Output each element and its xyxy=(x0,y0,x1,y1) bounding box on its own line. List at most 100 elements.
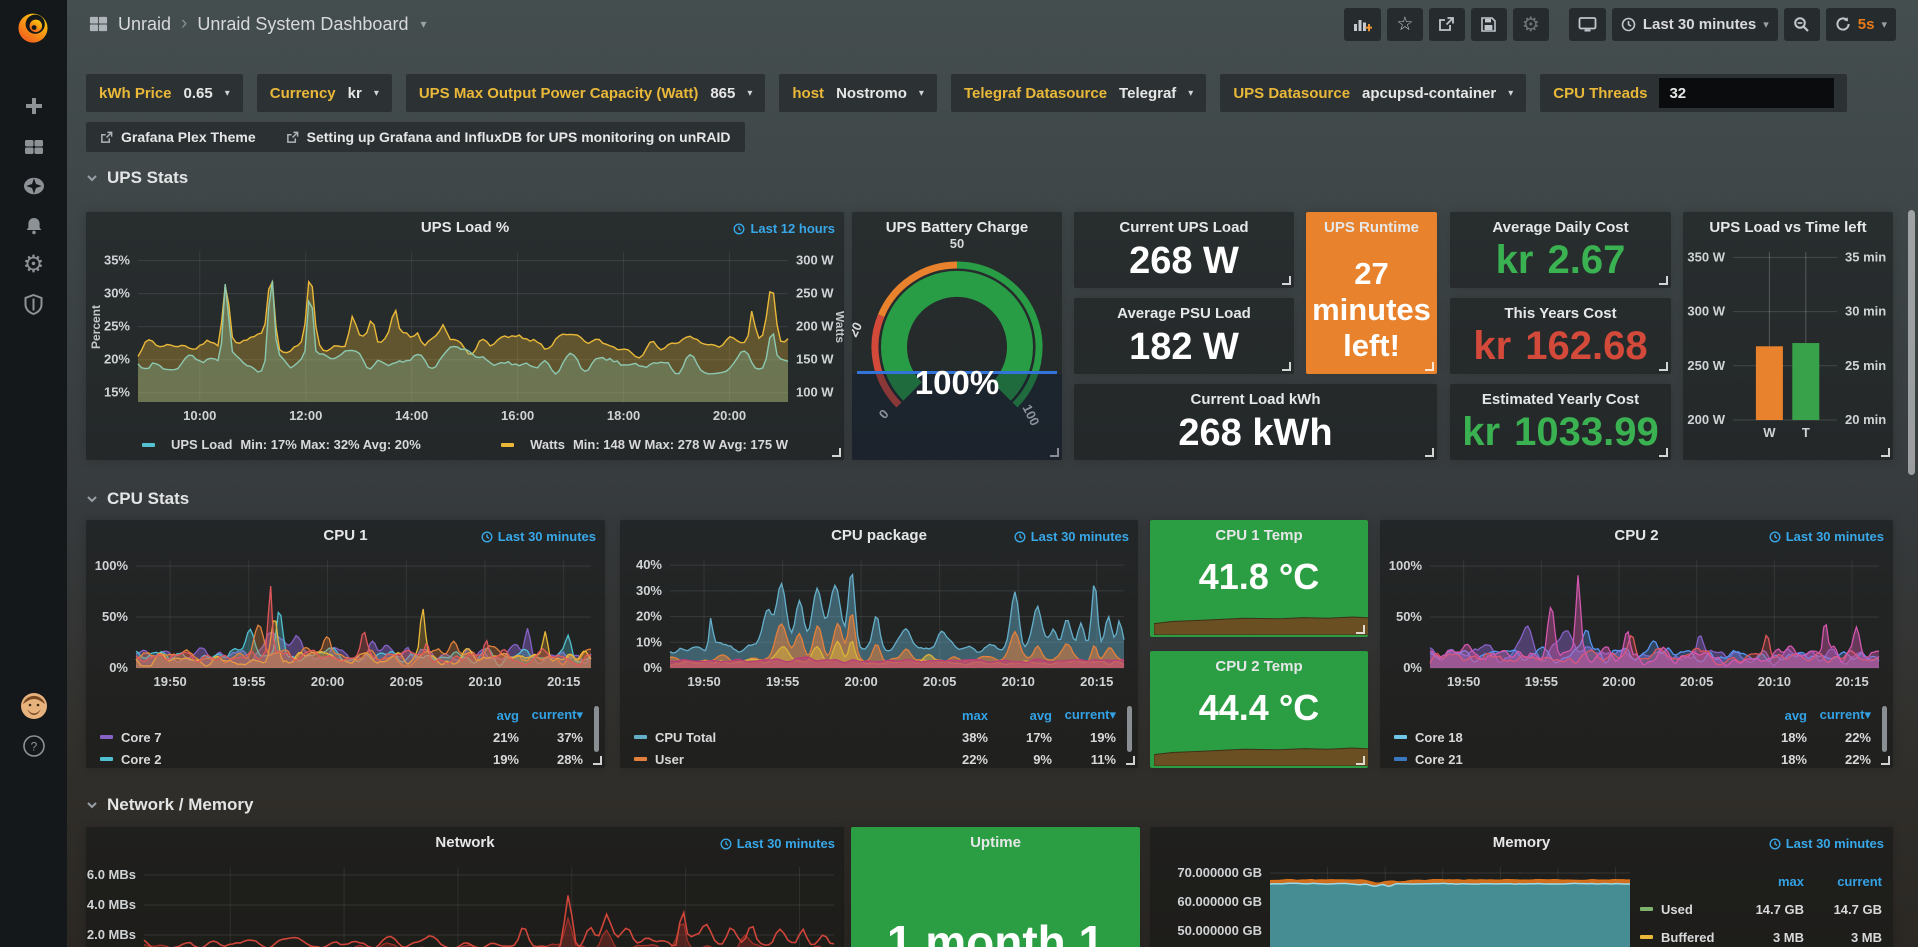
variable-currency[interactable]: Currencykr▾ xyxy=(257,74,392,112)
series-color-dash xyxy=(1394,735,1407,739)
series-color-dash xyxy=(1640,935,1653,939)
chart-legend: UPS LoadMin: 17% Max: 32% Avg: 20% WattsM… xyxy=(142,437,788,452)
legend-series[interactable]: WattsMin: 148 W Max: 278 W Avg: 175 W xyxy=(501,437,788,452)
breadcrumb-root[interactable]: Unraid xyxy=(118,14,171,35)
section-network-memory[interactable]: Network / Memory xyxy=(86,793,253,817)
panel-title[interactable]: Average Daily Cost xyxy=(1450,219,1671,236)
legend-sort-column[interactable]: current▾ xyxy=(1807,707,1871,723)
star-dashboard-button[interactable]: ☆ xyxy=(1387,8,1423,41)
explore-compass-icon[interactable] xyxy=(0,166,67,206)
legend-sort-column[interactable]: avg xyxy=(455,708,519,723)
alerting-bell-icon[interactable] xyxy=(0,206,67,246)
dashboards-grid-icon[interactable] xyxy=(0,127,67,167)
legend-series[interactable]: Used14.7 GB14.7 GB xyxy=(1640,895,1882,923)
legend-sort-column[interactable]: avg xyxy=(1743,708,1807,723)
legend-sort-column[interactable]: current▾ xyxy=(1052,707,1116,723)
dashboard-settings-gear-icon[interactable]: ⚙ xyxy=(1513,8,1549,41)
share-dashboard-button[interactable] xyxy=(1429,8,1465,41)
svg-text:250 W: 250 W xyxy=(1687,358,1725,373)
section-ups-stats[interactable]: UPS Stats xyxy=(86,166,188,190)
ups-load-chart[interactable]: 35%30%25%20%15%300 W250 W200 W150 W100 W… xyxy=(86,212,844,460)
dashboard-link[interactable]: Setting up Grafana and InfluxDB for UPS … xyxy=(286,129,731,145)
stat-value: 268 kWh xyxy=(1074,412,1437,455)
grafana-logo[interactable] xyxy=(14,8,52,46)
page-scrollbar[interactable] xyxy=(1908,210,1915,475)
panel-title[interactable]: Current Load kWh xyxy=(1074,391,1437,408)
temp-sparkline xyxy=(1154,736,1368,766)
panel-title[interactable]: UPS Load % xyxy=(86,219,844,236)
panel-ups-battery: UPS Battery Charge 02050100 100% xyxy=(852,212,1062,460)
chevron-down-icon: ▾ xyxy=(919,88,924,99)
legend-series[interactable]: Core 219%28% xyxy=(100,748,583,768)
panel-title[interactable]: CPU 2 Temp xyxy=(1150,658,1368,675)
svg-text:20 min: 20 min xyxy=(1845,412,1886,427)
panel-title[interactable]: UPS Runtime xyxy=(1306,219,1437,236)
create-plus-icon[interactable] xyxy=(0,86,67,126)
ups-bars-chart[interactable]: 350 W300 W250 W200 W35 min30 min25 min20… xyxy=(1683,212,1893,460)
help-icon[interactable]: ? xyxy=(0,726,67,766)
legend-series[interactable]: CPU Total38%17%19% xyxy=(634,726,1116,748)
gauge-value: 100% xyxy=(852,364,1062,402)
legend-sort-column[interactable]: max xyxy=(1726,874,1804,889)
legend-series[interactable]: User22%9%11% xyxy=(634,748,1116,768)
legend-series[interactable]: Core 1818%22% xyxy=(1394,726,1871,748)
legend-header: avgcurrent▾ xyxy=(1394,704,1871,726)
section-cpu-stats[interactable]: CPU Stats xyxy=(86,487,189,511)
user-avatar[interactable] xyxy=(0,686,67,726)
panel-title[interactable]: Uptime xyxy=(851,834,1140,851)
save-dashboard-button[interactable] xyxy=(1471,8,1507,41)
legend-sort-column[interactable]: avg xyxy=(988,708,1052,723)
svg-text:19:55: 19:55 xyxy=(766,674,799,689)
svg-text:300 W: 300 W xyxy=(1687,304,1725,319)
svg-text:70.000000 GB: 70.000000 GB xyxy=(1177,865,1262,880)
legend-scrollbar[interactable] xyxy=(1127,706,1132,752)
admin-shield-icon[interactable] xyxy=(0,284,67,324)
panel-time-override: Last 30 minutes xyxy=(481,529,596,544)
chevron-down-icon[interactable]: ▾ xyxy=(1881,18,1887,31)
variable-telegraf-datasource[interactable]: Telegraf DatasourceTelegraf▾ xyxy=(951,74,1206,112)
panel-title[interactable]: UPS Battery Charge xyxy=(852,219,1062,236)
panel-title[interactable]: Average PSU Load xyxy=(1074,305,1294,322)
dashboard-link[interactable]: Grafana Plex Theme xyxy=(100,129,256,145)
panel-title[interactable]: This Years Cost xyxy=(1450,305,1671,322)
chevron-down-icon: ▾ xyxy=(1763,18,1769,31)
svg-text:50: 50 xyxy=(950,236,964,251)
stat-value: kr1033.99 xyxy=(1450,410,1671,455)
stat-value: 182 W xyxy=(1074,326,1294,369)
panel-title[interactable]: UPS Load vs Time left xyxy=(1683,219,1893,236)
refresh-interval-label[interactable]: 5s xyxy=(1858,16,1875,33)
breadcrumb-current[interactable]: Unraid System Dashboard xyxy=(197,14,408,35)
variable-label: UPS Max Output Power Capacity (Watt) xyxy=(419,85,698,102)
panel-title[interactable]: Current UPS Load xyxy=(1074,219,1294,236)
chevron-down-icon[interactable]: ▾ xyxy=(420,17,426,31)
legend-sort-column[interactable]: current xyxy=(1804,874,1882,889)
legend-sort-column[interactable]: max xyxy=(924,708,988,723)
legend-series[interactable]: UPS LoadMin: 17% Max: 32% Avg: 20% xyxy=(142,437,421,452)
variable-host[interactable]: hostNostromo▾ xyxy=(779,74,937,112)
variable-ups-max-output-power-capacity-watt-[interactable]: UPS Max Output Power Capacity (Watt)865▾ xyxy=(406,74,766,112)
legend-scrollbar[interactable] xyxy=(1882,706,1887,752)
add-panel-button[interactable] xyxy=(1344,8,1381,41)
time-range-picker[interactable]: Last 30 minutes ▾ xyxy=(1612,8,1778,41)
svg-text:20:10: 20:10 xyxy=(1002,674,1035,689)
variable-input[interactable] xyxy=(1659,78,1834,108)
legend-series[interactable]: Core 721%37% xyxy=(100,726,583,748)
legend-scrollbar[interactable] xyxy=(594,706,599,752)
variable-cpu-threads[interactable]: CPU Threads xyxy=(1540,74,1847,112)
svg-text:W: W xyxy=(1763,425,1776,440)
configuration-gear-icon[interactable]: ⚙ xyxy=(0,245,67,285)
refresh-button[interactable]: 5s ▾ xyxy=(1826,8,1896,41)
legend-value: 3 MB xyxy=(1804,930,1882,945)
legend-sort-column[interactable]: current▾ xyxy=(519,707,583,723)
panel-title[interactable]: CPU 1 Temp xyxy=(1150,527,1368,544)
legend-series[interactable]: Buffered3 MB3 MB xyxy=(1640,923,1882,947)
panel-title[interactable]: Estimated Yearly Cost xyxy=(1450,391,1671,408)
legend-series[interactable]: Core 2118%22% xyxy=(1394,748,1871,768)
variable-ups-datasource[interactable]: UPS Datasourceapcupsd-container▾ xyxy=(1220,74,1526,112)
cycle-view-mode-button[interactable] xyxy=(1569,8,1606,41)
time-range-label: Last 30 minutes xyxy=(1643,16,1756,33)
sidebar: ⚙ ? xyxy=(0,0,67,947)
variable-kwh-price[interactable]: kWh Price0.65▾ xyxy=(86,74,243,112)
panel-time-override: Last 30 minutes xyxy=(1769,529,1884,544)
zoom-out-button[interactable] xyxy=(1784,8,1820,41)
